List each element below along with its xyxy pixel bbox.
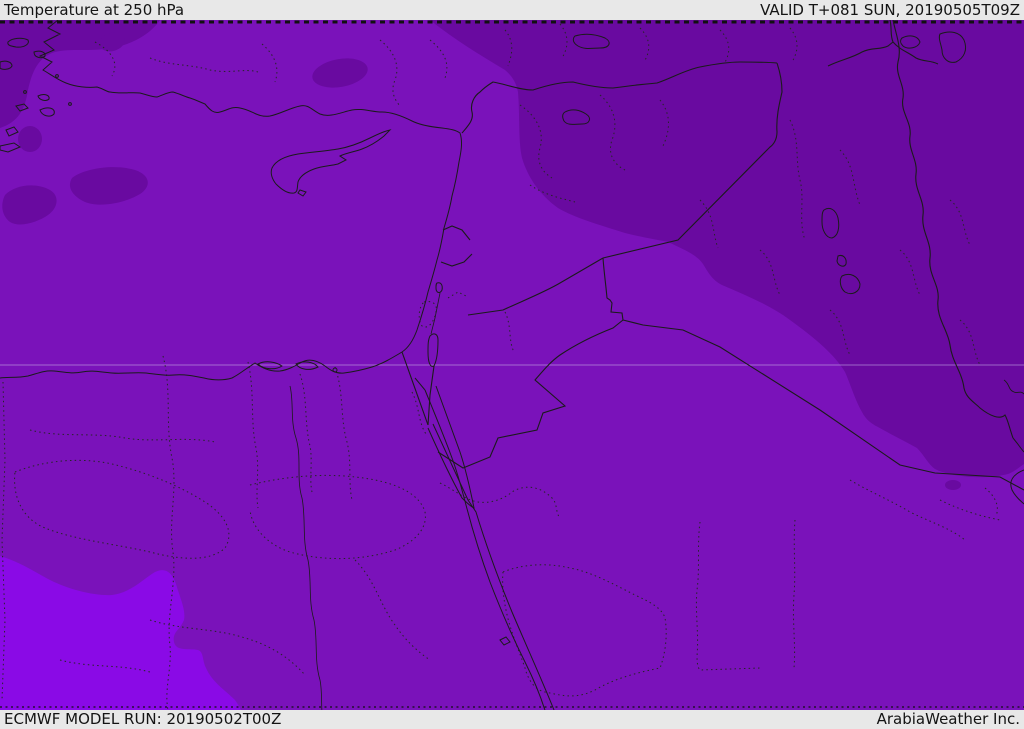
weather-map-screen: Temperature at 250 hPa VALID T+081 SUN, … — [0, 0, 1024, 729]
map-svg — [0, 20, 1024, 710]
model-run-label: ECMWF MODEL RUN: 20190502T00Z — [4, 710, 282, 728]
valid-time-label: VALID T+081 SUN, 20190505T09Z — [760, 1, 1020, 19]
map-area — [0, 20, 1024, 710]
header-bar: Temperature at 250 hPa VALID T+081 SUN, … — [0, 0, 1024, 20]
footer-bar: ECMWF MODEL RUN: 20190502T00Z ArabiaWeat… — [0, 710, 1024, 729]
brand-label: ArabiaWeather Inc. — [876, 710, 1020, 728]
map-title: Temperature at 250 hPa — [4, 1, 185, 19]
